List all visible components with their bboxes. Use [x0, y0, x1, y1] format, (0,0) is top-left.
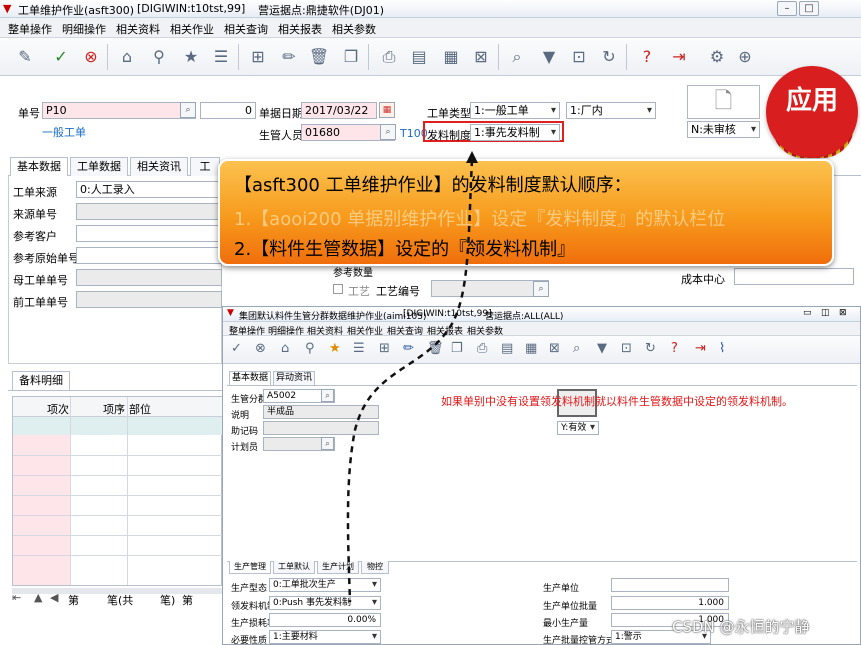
watermark: CSDN @永恒的宁静 [672, 618, 810, 636]
connector-arrow [346, 151, 478, 603]
